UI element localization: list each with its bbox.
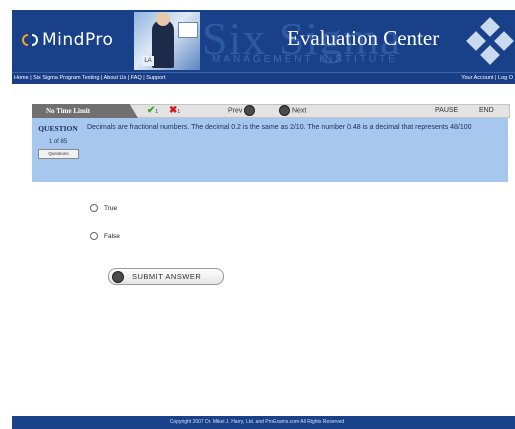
photo-caption: LA bbox=[142, 56, 154, 66]
radio-false[interactable] bbox=[90, 232, 98, 240]
nav-faq[interactable]: FAQ bbox=[131, 75, 142, 81]
correct-counter: ✔1 bbox=[147, 105, 158, 118]
header-background-subtext: MANAGEMENT INSTITUTE bbox=[212, 54, 398, 65]
exam-toolbar: No Time Limit ✔1 ✖1 Prev Next PAUSE END bbox=[32, 104, 510, 118]
question-text: Decimals are fractional numbers. The dec… bbox=[87, 124, 472, 131]
submit-answer-button[interactable]: SUBMIT ANSWER bbox=[108, 268, 224, 285]
option-false-label: False bbox=[104, 232, 120, 240]
footer: Copyright 2007 Dr. Mikel J. Harry, Ltd. … bbox=[12, 416, 515, 429]
nav-about-us[interactable]: About Us bbox=[104, 75, 127, 81]
time-limit-label: No Time Limit bbox=[32, 104, 138, 118]
nav-log-out[interactable]: Log O bbox=[498, 75, 513, 81]
question-count: 1 of 85 bbox=[48, 139, 68, 145]
prev-button[interactable]: Prev bbox=[228, 105, 256, 117]
header-photo: LA bbox=[134, 12, 200, 70]
copyright-text: Copyright 2007 Dr. Mikel J. Harry, Ltd. … bbox=[169, 419, 345, 425]
app-window: Six Sigma MANAGEMENT INSTITUTE MindPro L… bbox=[12, 10, 515, 429]
nav-right: Your Account | Log O bbox=[461, 75, 513, 81]
wrong-counter: ✖1 bbox=[169, 105, 180, 118]
submit-circle-icon bbox=[112, 270, 124, 283]
end-button[interactable]: END bbox=[479, 105, 494, 117]
questions-button[interactable]: Questions bbox=[38, 149, 79, 159]
option-true[interactable]: True bbox=[90, 202, 120, 214]
presenter-head bbox=[156, 12, 170, 26]
presentation-screen bbox=[178, 22, 198, 38]
wrong-count: 1 bbox=[177, 109, 181, 115]
nav-left: Home | Six Sigma Program Testing | About… bbox=[14, 75, 166, 81]
next-circle-icon bbox=[279, 105, 290, 116]
mindpro-logo-icon bbox=[22, 32, 38, 48]
nav-support[interactable]: Support bbox=[146, 75, 165, 81]
nav-six-sigma-testing[interactable]: Six Sigma Program Testing bbox=[33, 75, 99, 81]
page-title: Evaluation Center bbox=[287, 26, 440, 50]
logo[interactable]: MindPro bbox=[22, 30, 113, 50]
correct-count: 1 bbox=[155, 109, 159, 115]
header: Six Sigma MANAGEMENT INSTITUTE MindPro L… bbox=[12, 10, 515, 72]
diamond-decoration-icon bbox=[465, 17, 515, 66]
radio-true[interactable] bbox=[90, 204, 98, 212]
top-nav: Home | Six Sigma Program Testing | About… bbox=[12, 72, 515, 84]
prev-circle-icon bbox=[244, 105, 256, 116]
option-true-label: True bbox=[104, 204, 118, 212]
question-panel: QUESTION 1 of 85 Questions Decimals are … bbox=[32, 118, 508, 182]
option-false[interactable]: False bbox=[90, 230, 120, 242]
next-button[interactable]: Next bbox=[279, 105, 306, 117]
submit-answer-label: SUBMIT ANSWER bbox=[132, 272, 202, 281]
answer-options: True False bbox=[90, 202, 120, 258]
nav-your-account[interactable]: Your Account bbox=[461, 75, 493, 81]
logo-text: MindPro bbox=[42, 30, 114, 50]
nav-home[interactable]: Home bbox=[14, 75, 29, 81]
pause-button[interactable]: PAUSE bbox=[435, 105, 458, 117]
presenter-figure bbox=[152, 20, 174, 68]
question-label: QUESTION bbox=[38, 124, 78, 133]
